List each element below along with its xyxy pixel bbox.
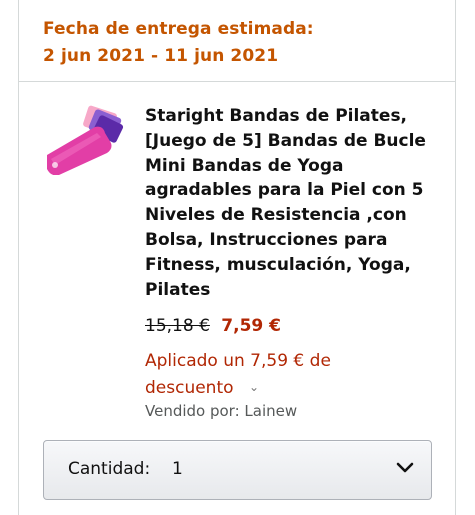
product-title[interactable]: Staright Bandas de Pilates, [Juego de 5]…	[145, 104, 445, 302]
quantity-label: Cantidad:	[68, 459, 151, 479]
title-line: Staright Bandas de Pilates,	[145, 106, 408, 126]
resistance-bands-pouch-icon	[47, 105, 124, 176]
title-line: Pilates	[145, 279, 211, 300]
current-price: 7,59 €	[221, 316, 281, 336]
discount-line: Aplicado un 7,59 € de	[145, 351, 331, 371]
title-line: [Juego de 5] Bandas de Bucle	[145, 130, 426, 151]
quantity-value: 1	[172, 459, 183, 479]
delivery-dates: 2 jun 2021 - 11 jun 2021	[43, 46, 279, 66]
chevron-down-icon	[396, 462, 414, 473]
title-line: Fitness, musculación, Yoga,	[145, 254, 411, 275]
chevron-down-small-icon[interactable]: ⌄	[249, 374, 259, 401]
product-image[interactable]	[41, 103, 129, 176]
discount-line: descuento	[145, 378, 234, 398]
seller-info: Vendido por: Lainew	[145, 402, 298, 420]
quantity-dropdown[interactable]: Cantidad: 1	[43, 440, 432, 500]
original-price: 15,18 €	[145, 316, 210, 336]
title-line: Mini Bandas de Yoga	[145, 155, 344, 176]
title-line: agradables para la Piel con 5	[145, 180, 424, 201]
price-row: 15,18 € 7,59 €	[145, 316, 281, 336]
title-line: Niveles de Resistencia ,con	[145, 205, 407, 226]
delivery-label: Fecha de entrega estimada:	[43, 19, 314, 39]
title-line: Bolsa, Instrucciones para	[145, 229, 388, 250]
discount-info[interactable]: Aplicado un 7,59 € de descuento ⌄	[145, 348, 435, 403]
order-item-card: Fecha de entrega estimada: 2 jun 2021 - …	[18, 0, 456, 515]
delivery-estimate-section: Fecha de entrega estimada: 2 jun 2021 - …	[19, 0, 455, 82]
